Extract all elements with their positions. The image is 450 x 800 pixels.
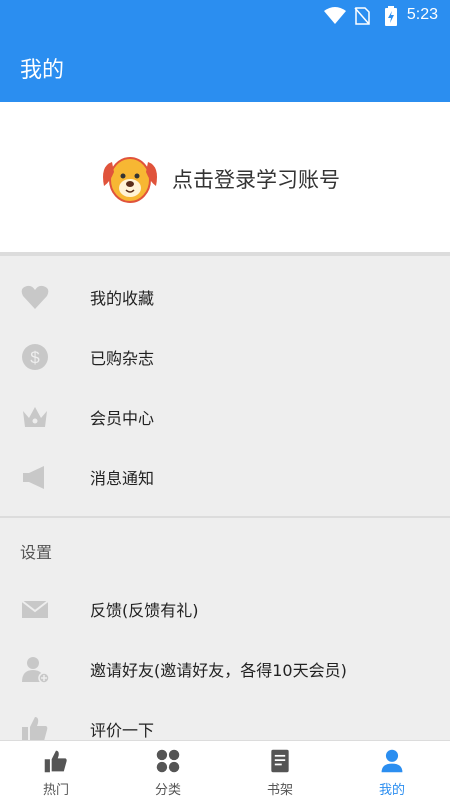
tab-label: 分类 (154, 783, 181, 798)
dollar-icon: $ (22, 344, 48, 370)
settings-item-feedback[interactable]: 反馈(反馈有礼) (0, 578, 450, 638)
book-icon (271, 749, 289, 773)
tab-bookshelf[interactable]: 书架 (224, 741, 336, 800)
login-banner[interactable]: 点击登录学习账号 (0, 102, 450, 252)
menu-item-label: 已购杂志 (90, 349, 155, 368)
tab-mine[interactable]: 我的 (336, 741, 448, 800)
add-user-icon (22, 657, 50, 684)
thumbs-up-icon (44, 750, 67, 773)
settings-item-label: 邀请好友(邀请好友，各得10天会员) (90, 661, 347, 680)
dog-avatar-icon (103, 157, 157, 203)
battery-icon (385, 6, 397, 26)
tab-label: 我的 (378, 783, 405, 798)
section-separator (0, 252, 450, 256)
tab-hot[interactable]: 热门 (0, 741, 112, 800)
person-icon (381, 749, 403, 773)
menu-item-label: 消息通知 (90, 469, 155, 488)
tab-label: 热门 (42, 783, 69, 798)
menu-item-label: 会员中心 (90, 409, 155, 428)
page-title: 我的 (20, 58, 65, 83)
status-time: 5:23 (406, 6, 438, 23)
bottom-tab-bar: 热门 分类 书架 我的 (0, 740, 450, 800)
tab-label: 书架 (266, 783, 293, 798)
wifi-icon (324, 7, 346, 24)
menu-item-favorites[interactable]: 我的收藏 (0, 266, 450, 326)
tab-category[interactable]: 分类 (112, 741, 224, 800)
section-divider (0, 516, 450, 518)
settings-item-label: 评价一下 (90, 721, 155, 740)
menu-item-label: 我的收藏 (90, 289, 155, 308)
menu-item-notifications[interactable]: 消息通知 (0, 446, 450, 506)
grid-icon (156, 749, 180, 773)
crown-icon (23, 407, 47, 427)
settings-item-label: 反馈(反馈有礼) (90, 601, 199, 620)
svg-text:$: $ (30, 348, 40, 367)
settings-item-invite[interactable]: 邀请好友(邀请好友，各得10天会员) (0, 638, 450, 698)
menu-item-membership[interactable]: 会员中心 (0, 386, 450, 446)
status-bar: 5:23 (0, 0, 450, 32)
menu-item-purchased[interactable]: $ 已购杂志 (0, 326, 450, 386)
megaphone-icon (23, 466, 44, 489)
app-header: 5:23 我的 (0, 0, 450, 102)
settings-section-title: 设置 (20, 543, 53, 562)
no-sim-icon (354, 7, 370, 25)
heart-icon (21, 285, 49, 309)
login-prompt: 点击登录学习账号 (172, 168, 340, 192)
mail-icon (21, 600, 49, 618)
